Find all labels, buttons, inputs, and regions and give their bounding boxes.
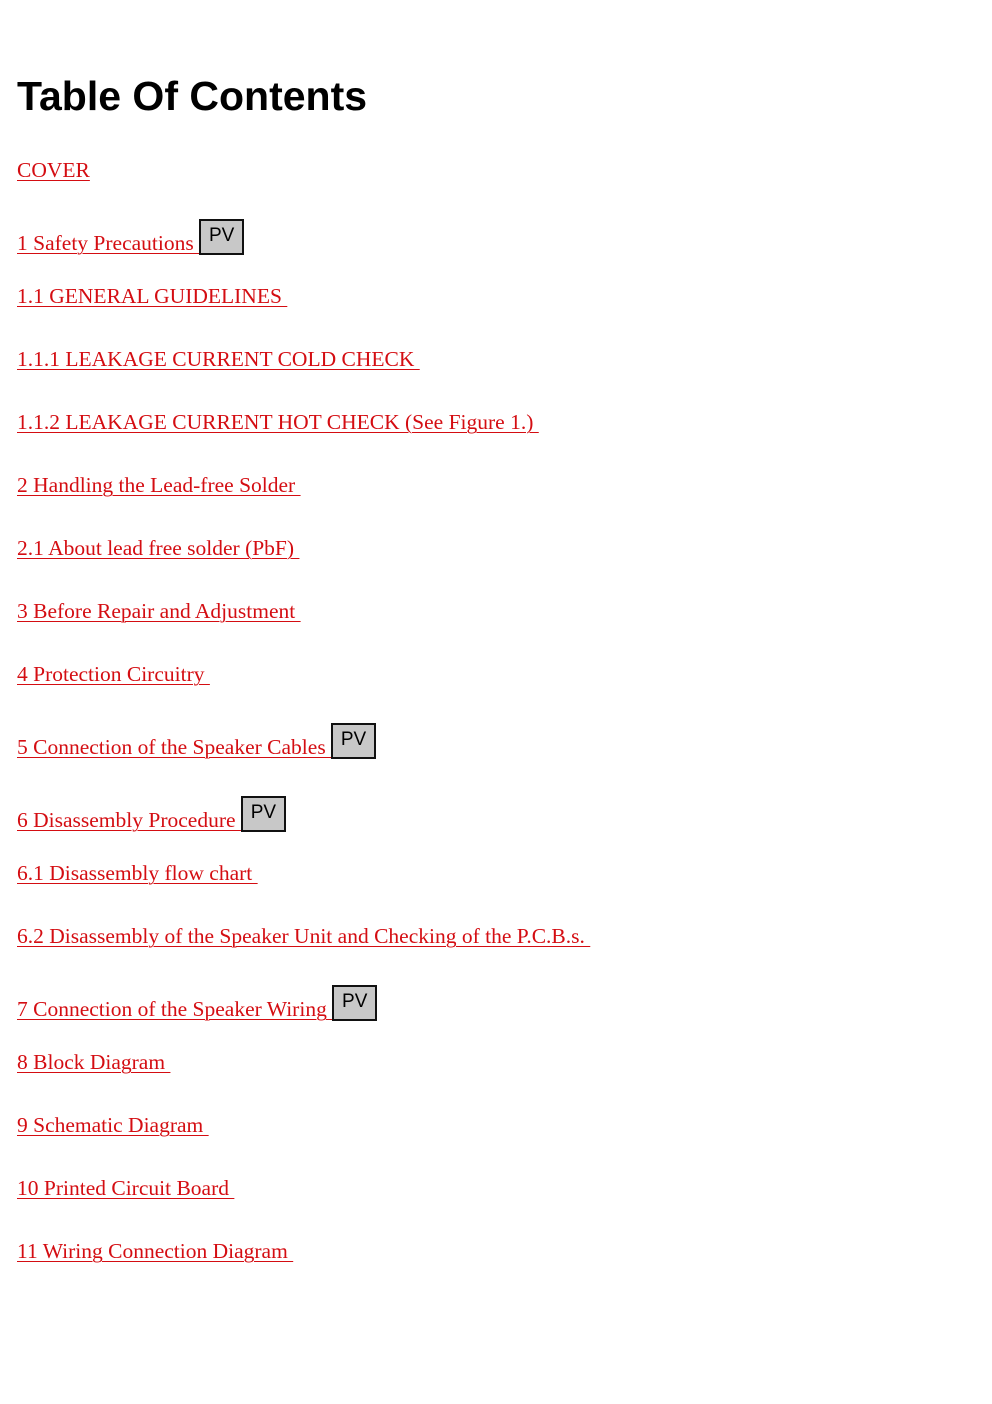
toc-link-disassembly-procedure[interactable]: 6 Disassembly Procedure: [17, 808, 241, 832]
toc-link-cover[interactable]: COVER: [17, 158, 90, 182]
toc-link-leakage-cold-check[interactable]: 1.1.1 LEAKAGE CURRENT COLD CHECK: [17, 347, 420, 371]
pv-button-safety-precautions[interactable]: PV: [199, 219, 245, 255]
toc-entry-wiring-connection-diagram: 11 Wiring Connection Diagram: [17, 1233, 293, 1263]
toc-link-wiring-connection-diagram[interactable]: 11 Wiring Connection Diagram: [17, 1239, 293, 1263]
toc-link-speaker-cables[interactable]: 5 Connection of the Speaker Cables: [17, 735, 331, 759]
toc-entry-speaker-cables: 5 Connection of the Speaker Cables PV: [17, 723, 377, 759]
toc-link-safety-precautions[interactable]: 1 Safety Precautions: [17, 231, 199, 255]
toc-link-block-diagram[interactable]: 8 Block Diagram: [17, 1050, 170, 1074]
toc-link-speaker-wiring[interactable]: 7 Connection of the Speaker Wiring: [17, 997, 332, 1021]
toc-entry-leakage-hot-check: 1.1.2 LEAKAGE CURRENT HOT CHECK (See Fig…: [17, 404, 539, 434]
toc-entry-lead-free-solder: 2 Handling the Lead-free Solder: [17, 467, 301, 497]
toc-link-before-repair[interactable]: 3 Before Repair and Adjustment: [17, 599, 301, 623]
page-title: Table Of Contents: [17, 73, 368, 119]
toc-entry-schematic-diagram: 9 Schematic Diagram: [17, 1107, 209, 1137]
pv-button-speaker-wiring[interactable]: PV: [332, 985, 378, 1021]
pv-button-disassembly-procedure[interactable]: PV: [240, 796, 286, 832]
toc-entry-safety-precautions: 1 Safety Precautions PV: [17, 219, 245, 255]
toc-link-printed-circuit-board[interactable]: 10 Printed Circuit Board: [17, 1176, 234, 1200]
toc-link-protection-circuitry[interactable]: 4 Protection Circuitry: [17, 662, 210, 686]
toc-entry-speaker-unit-pcbs: 6.2 Disassembly of the Speaker Unit and …: [17, 918, 590, 948]
toc-entry-disassembly-procedure: 6 Disassembly Procedure PV: [17, 796, 286, 832]
toc-entry-leakage-cold-check: 1.1.1 LEAKAGE CURRENT COLD CHECK: [17, 341, 420, 371]
toc-entry-about-pbf: 2.1 About lead free solder (PbF): [17, 530, 299, 560]
toc-link-about-pbf[interactable]: 2.1 About lead free solder (PbF): [17, 536, 299, 560]
toc-link-lead-free-solder[interactable]: 2 Handling the Lead-free Solder: [17, 473, 301, 497]
toc-entry-cover: COVER: [17, 152, 90, 182]
toc-entry-protection-circuitry: 4 Protection Circuitry: [17, 656, 210, 686]
toc-entry-block-diagram: 8 Block Diagram: [17, 1044, 170, 1074]
toc-entry-before-repair: 3 Before Repair and Adjustment: [17, 593, 301, 623]
toc-link-leakage-hot-check[interactable]: 1.1.2 LEAKAGE CURRENT HOT CHECK (See Fig…: [17, 410, 539, 434]
toc-link-speaker-unit-pcbs[interactable]: 6.2 Disassembly of the Speaker Unit and …: [17, 924, 590, 948]
toc-entry-printed-circuit-board: 10 Printed Circuit Board: [17, 1170, 234, 1200]
toc-link-schematic-diagram[interactable]: 9 Schematic Diagram: [17, 1113, 209, 1137]
toc-entry-speaker-wiring: 7 Connection of the Speaker Wiring PV: [17, 985, 378, 1021]
toc-link-disassembly-flow-chart[interactable]: 6.1 Disassembly flow chart: [17, 861, 258, 885]
toc-link-general-guidelines[interactable]: 1.1 GENERAL GUIDELINES: [17, 284, 287, 308]
toc-entry-general-guidelines: 1.1 GENERAL GUIDELINES: [17, 278, 287, 308]
pv-button-speaker-cables[interactable]: PV: [331, 723, 377, 759]
toc-entry-disassembly-flow-chart: 6.1 Disassembly flow chart: [17, 855, 258, 885]
